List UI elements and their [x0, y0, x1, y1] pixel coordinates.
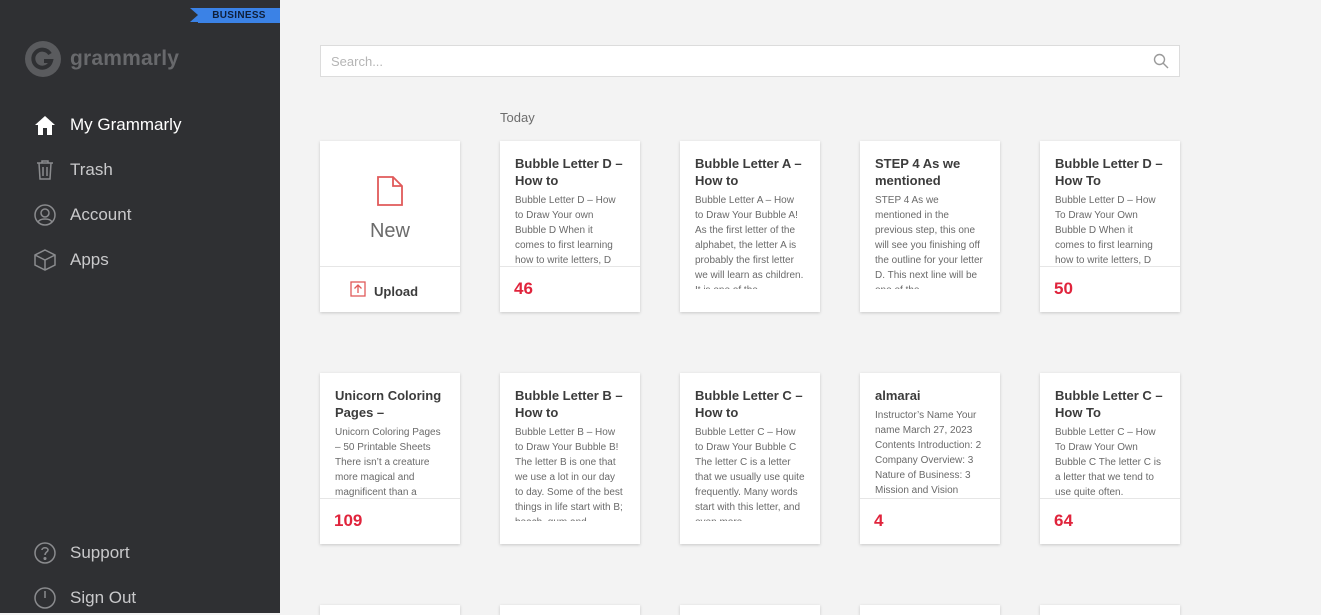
- issue-count: 4: [874, 511, 884, 530]
- document-card[interactable]: [320, 605, 460, 615]
- document-title: Bubble Letter C – How to: [695, 388, 803, 420]
- sidebar-item-account[interactable]: Account: [33, 201, 131, 229]
- question-icon: [33, 541, 57, 565]
- document-snippet: Bubble Letter D – How to Draw Your own B…: [515, 195, 616, 266]
- business-badge: BUSINESS: [190, 8, 280, 23]
- upload-label: Upload: [374, 284, 419, 299]
- home-icon: [33, 113, 57, 137]
- sidebar-item-sign-out[interactable]: Sign Out: [33, 584, 136, 612]
- grammarly-logo[interactable]: grammarly: [25, 41, 179, 77]
- sidebar-item-support[interactable]: Support: [33, 539, 130, 567]
- document-card[interactable]: [680, 605, 820, 615]
- sidebar-item-label: Trash: [70, 160, 113, 179]
- document-snippet: Bubble Letter D – How To Draw Your Own B…: [1055, 195, 1156, 266]
- document-card[interactable]: Bubble Letter C – How to Bubble Letter C…: [680, 373, 820, 544]
- document-card[interactable]: Bubble Letter C – How To Bubble Letter C…: [1040, 373, 1180, 544]
- new-document-label: New: [369, 220, 410, 242]
- sidebar-item-apps[interactable]: Apps: [33, 246, 109, 274]
- logo-text: grammarly: [70, 47, 180, 70]
- search-bar: [320, 45, 1180, 77]
- grammarly-logo-icon: [25, 41, 61, 77]
- document-snippet: Bubble Letter B – How to Draw Your Bubbl…: [515, 427, 623, 521]
- document-title: Bubble Letter B – How to: [515, 388, 623, 420]
- apps-icon: [33, 248, 57, 272]
- document-snippet: Bubble Letter A – How to Draw Your Bubbl…: [695, 195, 804, 289]
- sidebar-item-label: My Grammarly: [70, 115, 182, 134]
- document-snippet: Unicorn Coloring Pages – 50 Printable Sh…: [335, 427, 441, 498]
- document-card[interactable]: Bubble Letter B – How to Bubble Letter B…: [500, 373, 640, 544]
- new-document-icon: [376, 175, 404, 212]
- upload-icon: [350, 281, 366, 302]
- document-snippet: STEP 4 As we mentioned in the previous s…: [875, 195, 983, 289]
- document-title: Bubble Letter C – How To: [1055, 388, 1163, 420]
- power-icon: [33, 586, 57, 610]
- sidebar-item-my-grammarly[interactable]: My Grammarly: [33, 111, 181, 139]
- issue-count: 50: [1054, 279, 1073, 298]
- sidebar: BUSINESS grammarly My Grammarly Trash Ac…: [0, 0, 280, 613]
- document-title: Bubble Letter D – How To: [1055, 156, 1163, 188]
- document-title: Bubble Letter A – How to: [695, 156, 802, 188]
- issue-count: 46: [514, 279, 533, 298]
- document-title: Unicorn Coloring Pages –: [335, 388, 442, 420]
- new-document-card: New Upload: [320, 141, 460, 312]
- document-card[interactable]: almarai Instructor’s Name Your name Marc…: [860, 373, 1000, 544]
- document-card[interactable]: STEP 4 As we mentioned STEP 4 As we ment…: [860, 141, 1000, 312]
- document-card[interactable]: Bubble Letter D – How To Bubble Letter D…: [1040, 141, 1180, 312]
- section-label-today: Today: [500, 110, 535, 125]
- document-card[interactable]: Bubble Letter A – How to Bubble Letter A…: [680, 141, 820, 312]
- search-icon[interactable]: [1153, 53, 1169, 74]
- document-card[interactable]: Unicorn Coloring Pages – Unicorn Colorin…: [320, 373, 460, 544]
- new-document-button[interactable]: New: [320, 141, 460, 266]
- document-card[interactable]: [860, 605, 1000, 615]
- account-icon: [33, 203, 57, 227]
- sidebar-item-label: Account: [70, 205, 132, 224]
- sidebar-item-label: Sign Out: [70, 588, 137, 607]
- document-title: almarai: [875, 388, 921, 403]
- document-snippet: Bubble Letter C – How to Draw Your Bubbl…: [695, 427, 805, 521]
- document-card[interactable]: [500, 605, 640, 615]
- issue-count: 109: [334, 511, 363, 530]
- document-snippet: Instructor’s Name Your name March 27, 20…: [875, 410, 982, 496]
- document-title: STEP 4 As we mentioned: [875, 156, 961, 188]
- upload-button[interactable]: Upload: [320, 266, 460, 312]
- sidebar-item-trash[interactable]: Trash: [33, 156, 113, 184]
- issue-count: 64: [1054, 511, 1073, 530]
- search-input[interactable]: [321, 46, 1131, 76]
- trash-icon: [33, 158, 57, 182]
- document-card[interactable]: Bubble Letter D – How to Bubble Letter D…: [500, 141, 640, 312]
- sidebar-item-label: Support: [70, 543, 130, 562]
- sidebar-item-label: Apps: [70, 250, 109, 269]
- document-title: Bubble Letter D – How to: [515, 156, 623, 188]
- document-snippet: Bubble Letter C – How To Draw Your Own B…: [1055, 427, 1161, 498]
- document-card[interactable]: [1040, 605, 1180, 615]
